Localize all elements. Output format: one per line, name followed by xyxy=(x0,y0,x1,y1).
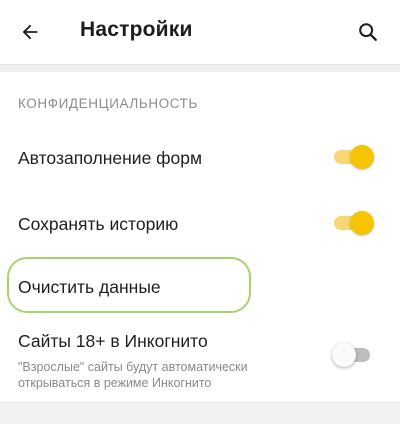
toggle-knob xyxy=(332,343,356,367)
toggle-knob xyxy=(350,211,374,235)
app-bar: Настройки xyxy=(0,0,400,64)
settings-screen: Настройки КОНФИДЕНЦИАЛЬНОСТЬ Автозаполне… xyxy=(0,0,400,424)
toggle-knob xyxy=(350,145,374,169)
arrow-left-icon xyxy=(22,24,38,40)
clear-data-item[interactable] xyxy=(0,258,400,312)
autofill-label: Автозаполнение форм xyxy=(18,148,203,168)
back-button[interactable] xyxy=(12,14,48,50)
autofill-toggle[interactable] xyxy=(334,145,374,169)
adult-incognito-description: "Взрослые" сайты будут автоматически отк… xyxy=(18,360,248,390)
search-icon xyxy=(359,23,377,41)
page-title: Настройки xyxy=(80,18,193,41)
search-button[interactable] xyxy=(350,14,386,50)
bottom-strip xyxy=(0,402,400,424)
history-label: Сохранять историю xyxy=(18,214,179,234)
adult-incognito-label: Сайты 18+ в Инкогнито xyxy=(18,331,208,351)
history-toggle[interactable] xyxy=(334,211,374,235)
adult-incognito-toggle[interactable] xyxy=(332,343,372,367)
section-title: КОНФИДЕНЦИАЛЬНОСТЬ xyxy=(18,96,198,111)
